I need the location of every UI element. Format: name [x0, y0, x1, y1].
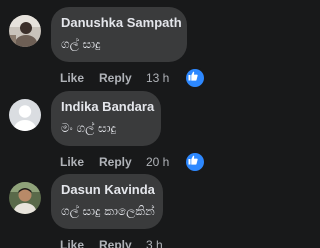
- avatar[interactable]: [9, 15, 41, 47]
- like-button[interactable]: Like: [60, 237, 84, 248]
- reaction-badge[interactable]: [184, 151, 206, 173]
- comment-timestamp[interactable]: 3 h: [146, 237, 163, 248]
- comment-text: මං ගල් සාදු: [61, 121, 116, 135]
- default-profile-icon: [9, 99, 41, 131]
- like-icon: [188, 155, 198, 165]
- reaction-badge[interactable]: [184, 67, 206, 89]
- comment-bubble: Danushka Sampath ගල් සාදු: [51, 7, 187, 62]
- comment-bubble: Indika Bandara මං ගල් සාදු: [51, 91, 161, 146]
- reply-button[interactable]: Reply: [99, 237, 132, 248]
- comment-text: ගල් සාදු: [61, 37, 101, 51]
- profile-photo-icon: [9, 182, 41, 214]
- comment-timestamp[interactable]: 13 h: [146, 70, 169, 86]
- reply-button[interactable]: Reply: [99, 70, 132, 86]
- avatar[interactable]: [9, 99, 41, 131]
- comment-timestamp[interactable]: 20 h: [146, 154, 169, 170]
- avatar[interactable]: [9, 182, 41, 214]
- comment: Dasun Kavinda ගල් සාදු කාලෙකින් Like Rep…: [0, 174, 260, 248]
- like-button[interactable]: Like: [60, 154, 84, 170]
- comment-bubble: Dasun Kavinda ගල් සාදු කාලෙකින්: [51, 174, 163, 229]
- like-icon: [188, 71, 198, 81]
- comment-author[interactable]: Dasun Kavinda: [61, 182, 163, 198]
- reply-button[interactable]: Reply: [99, 154, 132, 170]
- comment: Danushka Sampath ගල් සාදු Like Reply 13 …: [0, 7, 260, 89]
- comment-text: ගල් සාදු කාලෙකින්: [61, 204, 155, 218]
- comment-list: Danushka Sampath ගල් සාදු Like Reply 13 …: [0, 0, 260, 248]
- profile-photo-icon: [9, 15, 41, 47]
- comment-author[interactable]: Danushka Sampath: [61, 15, 187, 31]
- comment-author[interactable]: Indika Bandara: [61, 99, 161, 115]
- like-button[interactable]: Like: [60, 70, 84, 86]
- comment: Indika Bandara මං ගල් සාදු Like Reply 20…: [0, 91, 260, 173]
